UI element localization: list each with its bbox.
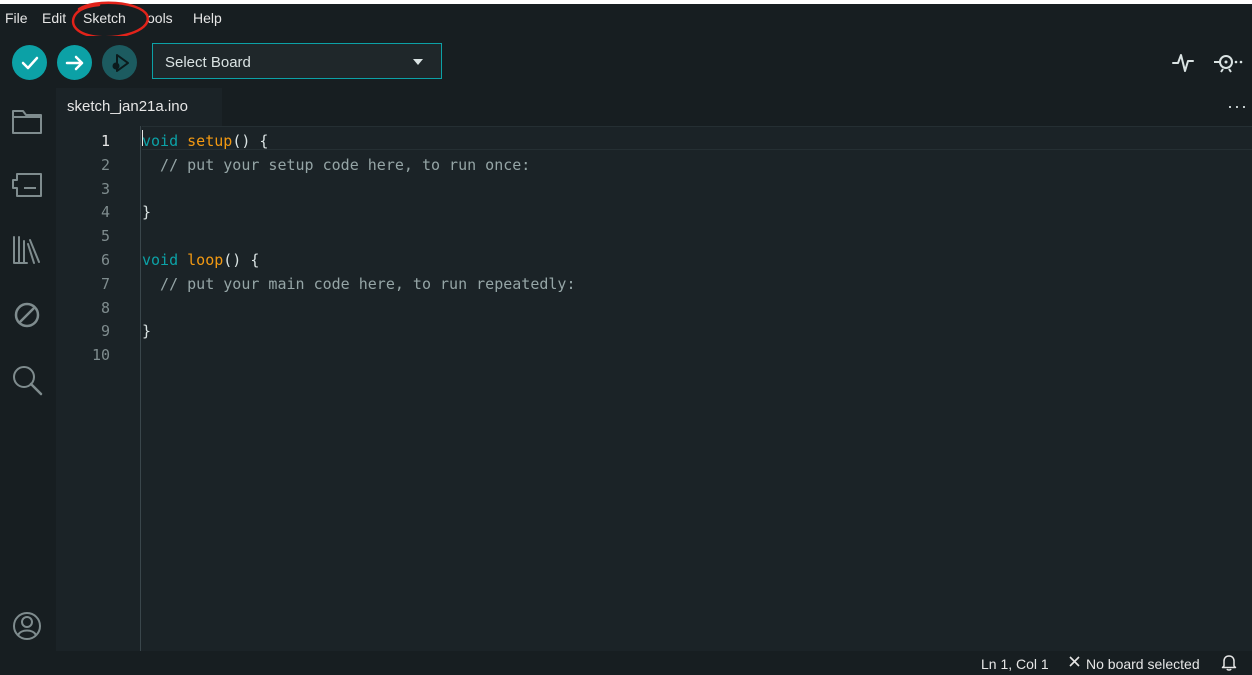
library-manager-icon [13,236,40,264]
board-status[interactable]: No board selected [1086,656,1200,672]
line-number: 2 [100,156,110,174]
close-icon [1069,656,1080,667]
line-number: 6 [100,251,110,269]
code-token: () { [223,251,260,269]
menu-help[interactable]: Help [193,10,222,26]
code-comment: // put your setup code here, to run once… [142,156,531,174]
code-line: void loop() { [142,248,259,272]
upload-button[interactable] [57,45,92,80]
cursor-position[interactable]: Ln 1, Col 1 [981,656,1049,672]
chevron-down-icon [413,59,423,65]
serial-plotter-icon[interactable] [1171,50,1195,74]
arduino-ide-window: File Edit Sketch ools Help Select Board [0,1,1252,675]
user-icon [13,612,41,640]
account-button[interactable] [10,609,44,643]
line-number: 3 [100,180,110,198]
line-number: 7 [100,275,110,293]
search-icon [13,366,43,396]
arrow-right-icon [65,55,83,70]
sketchbook-button[interactable] [10,104,44,138]
tab-sketch-file[interactable]: sketch_jan21a.ino [56,88,222,126]
debug-panel-button[interactable] [10,298,44,332]
menu-sketch[interactable]: Sketch [83,10,126,26]
code-editor[interactable]: 1 2 3 4 5 6 7 8 9 10 void setup() { // p… [56,126,1252,651]
library-manager-button[interactable] [10,233,44,267]
debug-button[interactable] [102,45,137,80]
code-token: () { [232,132,269,150]
checkmark-icon [21,56,38,69]
code-line: } [142,322,152,340]
current-line-highlight [142,126,1252,150]
menu-bar: File Edit Sketch ools Help [0,1,1252,39]
line-number: 5 [100,227,110,245]
code-comment: // put your main code here, to run repea… [142,275,576,293]
board-select-dropdown[interactable]: Select Board [152,43,442,79]
menu-file[interactable]: File [5,10,28,26]
folder-icon [12,110,42,134]
menu-tools[interactable]: ools [147,10,173,26]
more-options-icon[interactable]: ··· [1227,96,1248,117]
boards-manager-icon [12,173,42,197]
search-button[interactable] [10,363,44,397]
toolbar: Select Board [0,36,1252,88]
verify-button[interactable] [12,45,47,80]
code-line: } [142,203,152,221]
debug-prohibited-icon [14,302,40,328]
line-number: 1 [100,132,110,150]
keyword-token: void [142,132,179,150]
board-select-label: Select Board [165,54,251,71]
code-line: void setup() { [142,129,268,153]
gutter-divider [140,126,141,651]
line-number: 10 [91,346,110,364]
menu-edit[interactable]: Edit [42,10,66,26]
status-bar: Ln 1, Col 1 No board selected [0,651,1252,675]
line-number: 4 [100,203,110,221]
bell-icon[interactable] [1221,654,1237,671]
sidebar [0,88,56,651]
line-number: 8 [100,299,110,317]
function-token: loop [187,251,224,269]
serial-monitor-icon[interactable] [1212,50,1244,74]
line-number: 9 [100,322,110,340]
keyword-token: void [142,251,179,269]
tab-bar: sketch_jan21a.ino ··· [56,88,1252,126]
function-token: setup [187,132,233,150]
boards-manager-button[interactable] [10,168,44,202]
text-cursor [142,130,143,146]
debugger-play-icon [112,53,129,72]
